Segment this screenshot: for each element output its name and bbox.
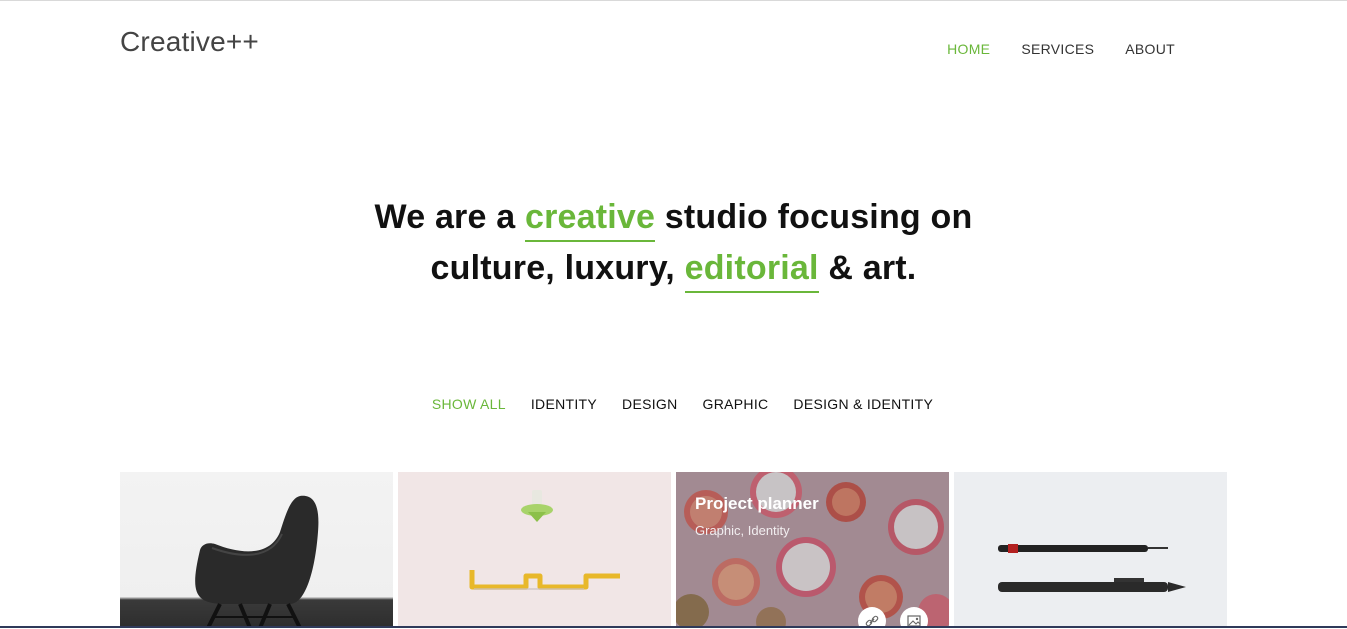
project-title[interactable]: Project planner: [695, 494, 819, 514]
bottom-border: [0, 626, 1347, 628]
main-nav: HOME SERVICES ABOUT: [947, 41, 1175, 57]
top-border: [0, 0, 1347, 1]
image-button[interactable]: [900, 607, 928, 628]
portfolio-item-chair[interactable]: [120, 472, 393, 628]
portfolio-item-shelf[interactable]: [398, 472, 671, 628]
hero-line-1: We are a creative studio focusing on: [0, 192, 1347, 243]
filter-design-identity[interactable]: DESIGN & IDENTITY: [793, 396, 933, 412]
shelf-image: [469, 490, 620, 590]
hero-text: studio focusing on: [655, 198, 973, 236]
portfolio-item-project-planner[interactable]: Project planner Graphic, Identity: [676, 472, 949, 628]
nav-services[interactable]: SERVICES: [1021, 41, 1094, 57]
hero-text: & art.: [818, 249, 917, 287]
chair-image: [195, 495, 319, 628]
project-categories: Graphic, Identity: [695, 523, 790, 538]
hero-line-2: culture, luxury, editorial & art.: [0, 243, 1347, 294]
hero-text: culture, luxury,: [430, 249, 685, 287]
hero-highlight-creative: creative: [525, 196, 656, 242]
filter-identity[interactable]: IDENTITY: [531, 396, 597, 412]
portfolio-item-pens[interactable]: [954, 472, 1227, 628]
filter-show-all[interactable]: SHOW ALL: [432, 396, 506, 412]
portfolio-grid: Project planner Graphic, Identity: [120, 472, 1227, 628]
link-button[interactable]: [858, 607, 886, 628]
hero-headline: We are a creative studio focusing on cul…: [0, 192, 1347, 294]
hero-text: We are a: [374, 198, 525, 236]
hero-highlight-editorial: editorial: [684, 247, 819, 293]
filter-graphic[interactable]: GRAPHIC: [703, 396, 769, 412]
filter-design[interactable]: DESIGN: [622, 396, 677, 412]
nav-about[interactable]: ABOUT: [1125, 41, 1175, 57]
site-logo[interactable]: Creative++: [120, 26, 259, 58]
portfolio-filters: SHOW ALL IDENTITY DESIGN GRAPHIC DESIGN …: [0, 396, 1347, 412]
nav-home[interactable]: HOME: [947, 41, 990, 57]
pens-image: [998, 544, 1186, 592]
